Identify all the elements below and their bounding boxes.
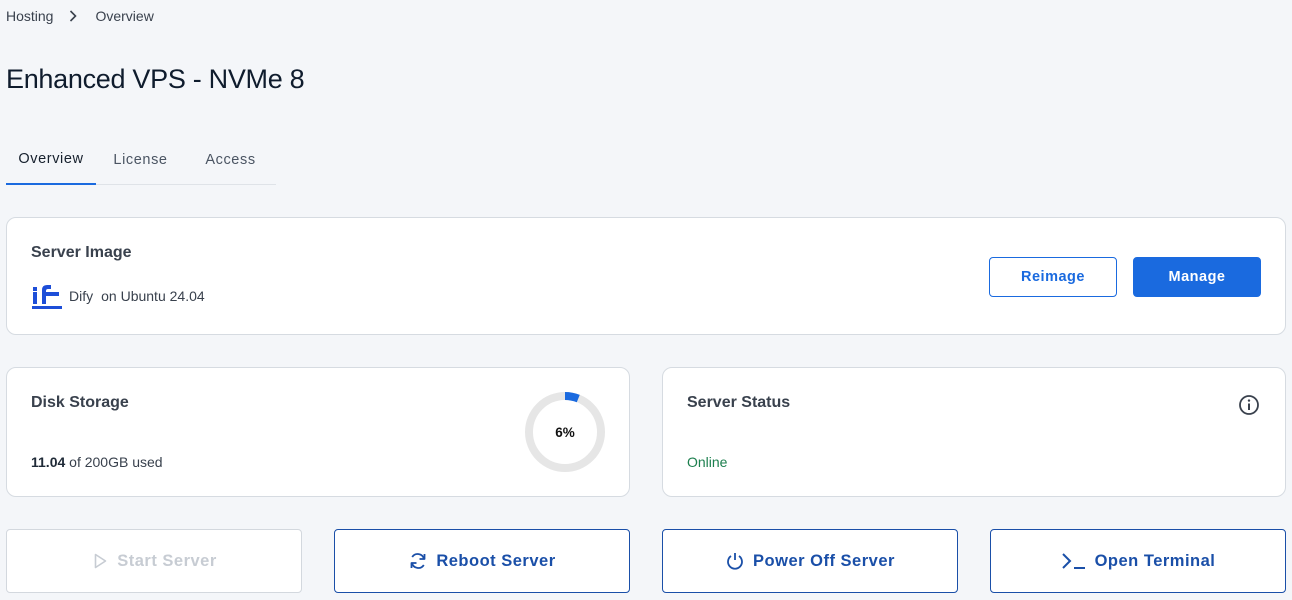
tab-overview[interactable]: Overview <box>6 134 96 185</box>
server-status-card: Server Status Online <box>662 367 1286 497</box>
chevron-right-icon <box>69 10 78 22</box>
tab-license[interactable]: License <box>96 134 185 185</box>
disk-storage-card: Disk Storage 11.04 of 200GB used 6% <box>6 367 630 497</box>
breadcrumb: Hosting Overview <box>6 8 154 24</box>
start-server-button[interactable]: Start Server <box>6 529 302 593</box>
reboot-server-button[interactable]: Reboot Server <box>334 529 630 593</box>
server-image-title: Server Image <box>31 244 132 261</box>
manage-button[interactable]: Manage <box>1133 257 1261 297</box>
play-icon <box>94 553 107 569</box>
start-server-label: Start Server <box>117 551 217 570</box>
disk-used-suffix: of 200GB used <box>69 454 163 470</box>
open-terminal-button[interactable]: Open Terminal <box>990 529 1286 593</box>
power-icon <box>727 553 743 570</box>
refresh-icon <box>410 553 426 569</box>
disk-percent-label: 6% <box>555 424 575 440</box>
disk-usage-text: 11.04 of 200GB used <box>31 454 163 470</box>
tab-bar: Overview License Access <box>6 134 276 185</box>
dify-logo-icon <box>32 285 62 309</box>
tab-access[interactable]: Access <box>185 134 276 185</box>
reimage-button[interactable]: Reimage <box>989 257 1117 297</box>
power-off-server-button[interactable]: Power Off Server <box>662 529 958 593</box>
disk-used-value: 11.04 <box>31 454 66 470</box>
server-image-app-name: Dify <box>69 288 94 304</box>
server-image-os: on Ubuntu 24.04 <box>101 288 205 304</box>
info-icon[interactable] <box>1238 394 1260 416</box>
server-status-title: Server Status <box>687 394 791 411</box>
reboot-server-label: Reboot Server <box>436 551 556 570</box>
terminal-icon <box>1061 553 1085 569</box>
disk-storage-title: Disk Storage <box>31 394 129 411</box>
page-title: Enhanced VPS - NVMe 8 <box>6 64 305 94</box>
power-off-server-label: Power Off Server <box>753 551 895 570</box>
server-status-value: Online <box>687 454 728 470</box>
server-image-info: Dify on Ubuntu 24.04 <box>31 281 205 311</box>
open-terminal-label: Open Terminal <box>1094 551 1216 570</box>
breadcrumb-hosting-link[interactable]: Hosting <box>6 8 53 24</box>
server-image-card: Server Image Dify on Ubuntu 24.04 Reimag… <box>6 217 1286 335</box>
breadcrumb-current: Overview <box>95 8 154 24</box>
